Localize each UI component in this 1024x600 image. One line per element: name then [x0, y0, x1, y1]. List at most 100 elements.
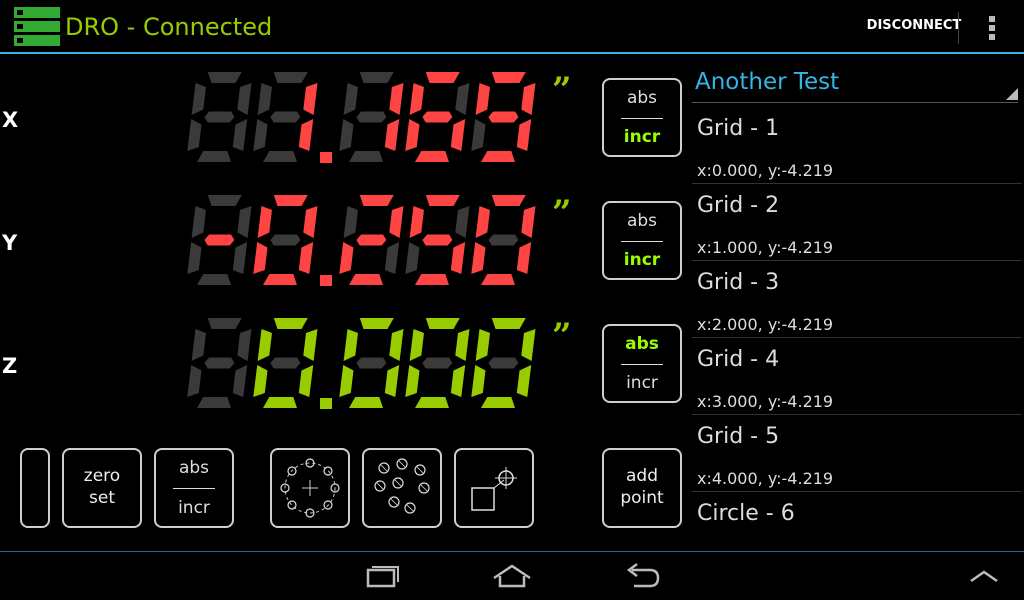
segment-e	[253, 119, 268, 151]
segment-b	[303, 83, 318, 115]
segment-f	[343, 83, 358, 115]
segment-a	[425, 195, 460, 206]
dro-y-readout	[187, 195, 536, 286]
segment-e	[471, 242, 486, 274]
segment-c	[232, 119, 248, 151]
list-item-name[interactable]: Grid - 2	[697, 193, 779, 218]
segment-g	[356, 234, 387, 246]
segment-a	[425, 72, 460, 83]
segment-d	[349, 274, 383, 285]
segment-d	[197, 151, 231, 162]
segment-g	[270, 357, 301, 369]
zero-set-button[interactable]: zero set	[62, 448, 142, 528]
list-item-coord: x:4.000, y:-4.219	[697, 469, 834, 488]
segment-c	[450, 119, 466, 151]
segment-c	[298, 242, 314, 274]
dro-z-readout	[187, 318, 536, 409]
list-item-name[interactable]: Grid - 4	[697, 347, 779, 372]
segment-b	[521, 329, 536, 361]
list-item-name[interactable]: Grid - 1	[697, 116, 779, 141]
segment-e	[405, 119, 420, 151]
segment-a	[491, 72, 526, 83]
segment-c	[516, 242, 532, 274]
segment-c	[384, 242, 400, 274]
point-list: Grid - 1 x:0.000, y:-4.219 Grid - 2 x:1.…	[692, 104, 1024, 550]
segment-c	[450, 365, 466, 397]
segment-d	[263, 151, 297, 162]
segment-c	[384, 119, 400, 151]
segment-b	[389, 329, 404, 361]
overflow-menu-icon[interactable]	[986, 14, 998, 42]
segment-e	[187, 365, 202, 397]
segment-e	[405, 365, 420, 397]
segment-g	[270, 234, 301, 246]
segment-a	[207, 72, 242, 83]
segment-a	[273, 318, 308, 329]
toggle-incr-label: incr	[623, 250, 661, 270]
decimal-point	[320, 152, 332, 163]
segment-c	[298, 365, 314, 397]
segment-c	[232, 365, 248, 397]
segment-a	[491, 318, 526, 329]
segment-f	[191, 206, 206, 238]
axis-x-mode-toggle[interactable]: abs incr	[602, 78, 682, 157]
segment-e	[339, 119, 354, 151]
toggle-divider	[620, 117, 664, 119]
list-divider	[692, 414, 1022, 415]
home-icon[interactable]	[490, 562, 534, 590]
disconnect-button[interactable]: DISCONNECT	[862, 18, 966, 33]
list-item-name[interactable]: Circle - 6	[697, 501, 795, 526]
segment-d	[415, 151, 449, 162]
list-item-name[interactable]: Grid - 3	[697, 270, 779, 295]
action-bar-divider	[958, 12, 959, 44]
axis-y-mode-toggle[interactable]: abs incr	[602, 201, 682, 280]
offset-button[interactable]	[454, 448, 534, 528]
segment-a	[207, 195, 242, 206]
chevron-up-icon[interactable]	[968, 566, 1000, 586]
segment-g	[356, 357, 387, 369]
segment-f	[257, 329, 272, 361]
global-abs-incr-button[interactable]: abs incr	[154, 448, 234, 528]
spinner-arrow-icon	[1006, 88, 1018, 100]
hole-grid-icon	[374, 458, 430, 514]
segment-d	[415, 274, 449, 285]
partial-button[interactable]	[20, 448, 50, 528]
segment-b	[237, 83, 252, 115]
segment-a	[273, 72, 308, 83]
segment-e	[471, 365, 486, 397]
unit-inch-z: ”	[552, 316, 572, 356]
hole-grid-button[interactable]	[362, 448, 442, 528]
segment-a	[359, 72, 394, 83]
list-item-name[interactable]: Grid - 5	[697, 424, 779, 449]
add-point-button[interactable]: add point	[602, 448, 682, 528]
bolt-circle-button[interactable]	[270, 448, 350, 528]
segment-g	[270, 111, 301, 123]
segment-e	[187, 119, 202, 151]
toggle-abs-label: abs	[625, 334, 659, 354]
segment-e	[339, 365, 354, 397]
app-icon	[14, 7, 60, 46]
segment-d	[481, 397, 515, 408]
segment-c	[516, 119, 532, 151]
list-divider	[692, 491, 1022, 492]
point-set-spinner[interactable]: Another Test	[695, 69, 839, 95]
segment-a	[425, 318, 460, 329]
segment-b	[303, 206, 318, 238]
toggle-abs-label: abs	[626, 211, 658, 231]
abs-label: abs	[178, 458, 210, 478]
segment-e	[253, 365, 268, 397]
segment-g	[422, 357, 453, 369]
axis-z-mode-toggle[interactable]: abs incr	[602, 324, 682, 403]
segment-c	[298, 119, 314, 151]
recent-apps-icon[interactable]	[362, 562, 402, 590]
list-item-coord: x:1.000, y:-4.219	[697, 238, 834, 257]
segment-b	[455, 329, 470, 361]
segment-d	[263, 274, 297, 285]
list-item-coord: x:2.000, y:-4.219	[697, 315, 834, 334]
segment-f	[409, 329, 424, 361]
back-icon[interactable]	[620, 562, 664, 590]
segment-a	[273, 195, 308, 206]
segment-d	[263, 397, 297, 408]
axis-label-x: X	[2, 108, 19, 132]
offset-icon	[471, 467, 517, 511]
